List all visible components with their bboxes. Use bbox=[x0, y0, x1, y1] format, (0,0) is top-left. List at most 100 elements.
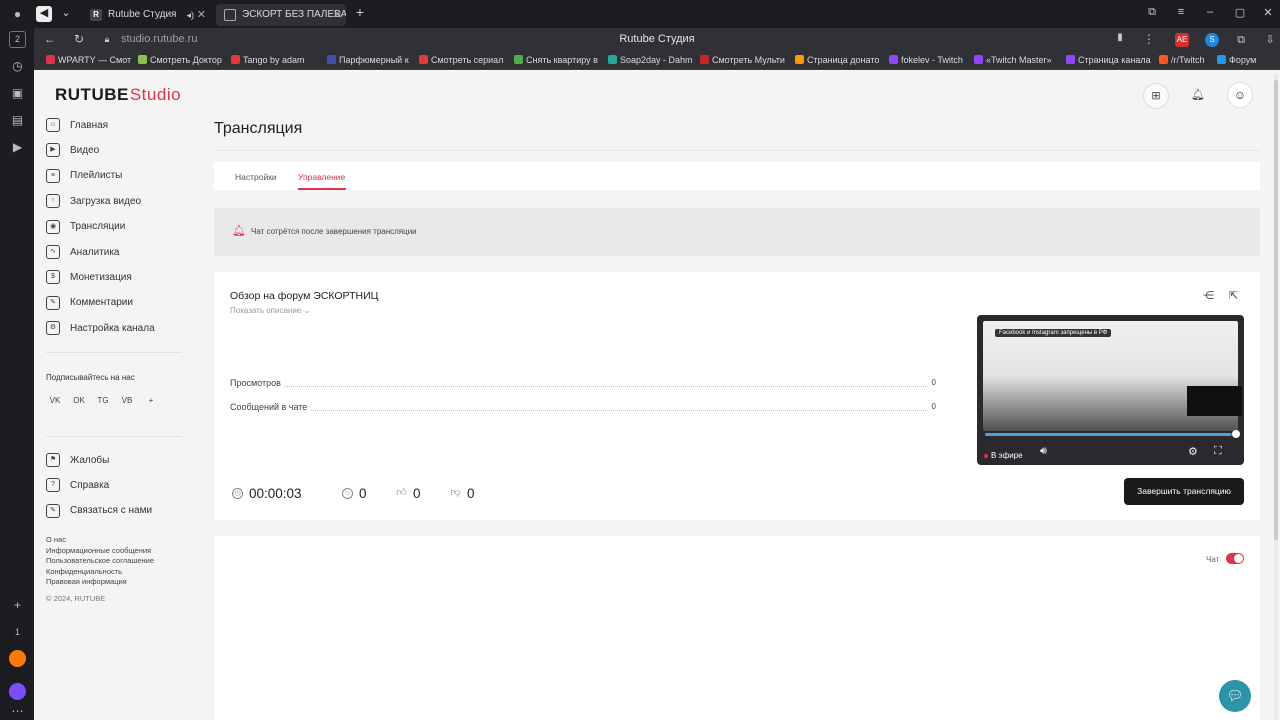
sidebar-item-broadcast[interactable]: ◉ Трансляции bbox=[46, 217, 186, 237]
bookmark-item[interactable]: Смотреть сериал bbox=[419, 55, 505, 65]
sidebar-item-settings[interactable]: ⚙ Настройка канала bbox=[46, 318, 186, 338]
page-scrollbar[interactable] bbox=[1274, 74, 1278, 720]
social-link-icon[interactable]: VB bbox=[120, 396, 134, 405]
tab-management[interactable]: Управление bbox=[298, 172, 345, 182]
help-icon: ? bbox=[46, 478, 60, 493]
downloads-icon[interactable]: ⇩ bbox=[1263, 33, 1277, 47]
end-stream-button[interactable]: Завершить трансляцию bbox=[1124, 478, 1244, 505]
bookmark-icon[interactable]: ▮ bbox=[1112, 32, 1128, 43]
share-icon[interactable]: ⋲ bbox=[1203, 289, 1214, 302]
speaker-tab-icon[interactable]: ◀ bbox=[36, 6, 52, 22]
viewers-counter: ☺ 0 bbox=[342, 486, 367, 501]
speaker-icon[interactable]: ◂) bbox=[186, 4, 194, 26]
fullscreen-icon[interactable]: ⛶ bbox=[1214, 445, 1222, 458]
adblock-extension-icon[interactable]: AE bbox=[1175, 33, 1189, 47]
bookmark-item[interactable]: Страница канала bbox=[1066, 55, 1151, 65]
player-settings-icon[interactable]: ⚙ bbox=[1188, 445, 1198, 458]
workspace-badge-icon[interactable]: 2 bbox=[9, 31, 26, 48]
comment-icon: ✎ bbox=[46, 295, 60, 310]
open-external-icon[interactable]: ⇱ bbox=[1229, 289, 1238, 302]
bookmarks-panel-icon[interactable]: ⧉ bbox=[1144, 6, 1160, 19]
vpn-extension-icon[interactable]: S bbox=[1205, 33, 1219, 47]
thumb-down-icon: 👎︎ bbox=[450, 487, 461, 498]
bookmark-label: fokelev - Twitch bbox=[901, 55, 963, 65]
tab-active-page[interactable]: ЭСКОРТ БЕЗ ПАЛЕВА ✕ bbox=[216, 4, 346, 26]
mail-app-icon[interactable] bbox=[9, 650, 26, 667]
bookmark-item[interactable]: Форум bbox=[1217, 55, 1277, 65]
close-icon[interactable]: ✕ bbox=[333, 4, 342, 26]
add-panel-icon[interactable]: + bbox=[9, 597, 26, 614]
sidebar-item-label: Плейлисты bbox=[70, 170, 123, 182]
bookmark-item[interactable]: WPARTY — Смот bbox=[46, 55, 132, 65]
preview-progress-bar[interactable] bbox=[985, 433, 1236, 436]
bookmark-item[interactable]: fokelev - Twitch bbox=[889, 55, 966, 65]
extensions-icon[interactable]: ⧉ bbox=[1234, 33, 1248, 47]
bookmark-item[interactable]: Смотреть Доктор bbox=[138, 55, 224, 65]
sidebar-item-home[interactable]: ⌂ Главная bbox=[46, 115, 186, 135]
footer-link[interactable]: О нас bbox=[46, 535, 66, 544]
reload-icon[interactable]: ↻ bbox=[71, 32, 87, 46]
bookmark-item[interactable]: Soap2day - Dahm bbox=[608, 55, 692, 65]
collections-icon[interactable]: ▤ bbox=[9, 112, 26, 129]
social-link-icon[interactable]: OK bbox=[72, 396, 86, 405]
chat-toggle[interactable] bbox=[1226, 553, 1244, 564]
more-vertical-icon[interactable]: ⋮ bbox=[1141, 32, 1157, 46]
bookmark-item[interactable]: Смотреть Мульти bbox=[700, 55, 786, 65]
sidebar-item-video[interactable]: ▶ Видео bbox=[46, 140, 186, 160]
social-link-icon[interactable]: VK bbox=[48, 396, 62, 405]
page-title: Трансляция bbox=[214, 120, 303, 137]
tab-rutube-studio[interactable]: R Rutube Студия ◂) ✕ bbox=[82, 4, 210, 26]
bookmark-item[interactable]: Парфюмерный к bbox=[327, 55, 409, 65]
bookmark-label: Парфюмерный к bbox=[339, 55, 409, 65]
footer-link[interactable]: Пользовательское соглашение bbox=[46, 556, 154, 565]
rutube-studio-logo[interactable]: RUTUBEStudio bbox=[55, 85, 181, 105]
tab-settings[interactable]: Настройки bbox=[235, 172, 277, 182]
back-icon[interactable]: ← bbox=[42, 32, 58, 46]
screenshot-icon[interactable]: ▣ bbox=[9, 85, 26, 102]
sidebar-item-label: Главная bbox=[70, 119, 109, 131]
bookmark-favicon-icon bbox=[46, 55, 55, 64]
sidebar-item-help[interactable]: ? Справка bbox=[46, 475, 186, 495]
maximize-icon[interactable]: ▢ bbox=[1232, 6, 1248, 19]
sidebar-item-edit[interactable]: ✎ Связаться с нами bbox=[46, 501, 186, 521]
more-icon[interactable]: ⋯ bbox=[9, 703, 26, 720]
history-icon[interactable]: ◷ bbox=[9, 58, 26, 75]
sidebar-item-comment[interactable]: ✎ Комментарии bbox=[46, 293, 186, 313]
preview-progress-knob[interactable] bbox=[1232, 430, 1240, 438]
url-field[interactable]: studio.rutube.ru bbox=[121, 33, 197, 45]
sidebar-item-analytics[interactable]: ∿ Аналитика bbox=[46, 242, 186, 262]
bookmark-item[interactable]: Страница донато bbox=[795, 55, 881, 65]
create-icon[interactable]: ⊞ bbox=[1143, 83, 1169, 109]
avatar[interactable]: ☺ bbox=[1227, 82, 1253, 108]
social-link-icon[interactable]: TG bbox=[96, 396, 110, 405]
playlist-icon: ≡ bbox=[46, 168, 60, 183]
minimize-icon[interactable]: – bbox=[1202, 6, 1218, 18]
tab-list-chevron-icon[interactable]: ⌄ bbox=[58, 6, 74, 19]
footer-link[interactable]: Конфиденциальность bbox=[46, 567, 122, 576]
notifications-bell-icon[interactable]: 🔔︎ bbox=[1185, 83, 1211, 109]
bookmark-item[interactable]: Tango by adam bbox=[231, 55, 319, 65]
window-close-icon[interactable]: ✕ bbox=[1260, 6, 1276, 19]
close-icon[interactable]: ✕ bbox=[197, 4, 206, 26]
bookmark-item[interactable]: /r/Twitch bbox=[1159, 55, 1209, 65]
volume-icon[interactable]: 🔊︎ bbox=[1040, 445, 1047, 458]
player-icon[interactable]: ▶ bbox=[9, 139, 26, 156]
bookmark-item[interactable]: «Twitch Master» bbox=[974, 55, 1058, 65]
new-tab-icon[interactable]: + bbox=[352, 4, 368, 20]
desktop-badge-icon[interactable]: 1 bbox=[9, 624, 26, 641]
social-link-icon[interactable]: + bbox=[144, 396, 158, 405]
menu-icon[interactable]: ≡ bbox=[1173, 6, 1189, 18]
stream-preview-player[interactable]: Facebook и Instagram запрещены в РФ В эф… bbox=[977, 315, 1244, 465]
sidebar-item-upload[interactable]: ↑ Загрузка видео bbox=[46, 191, 186, 211]
sidebar-item-playlist[interactable]: ≡ Плейлисты bbox=[46, 166, 186, 186]
sidebar-item-money[interactable]: $ Монетизация bbox=[46, 267, 186, 287]
profile-icon[interactable]: ● bbox=[9, 6, 26, 23]
bookmark-label: Смотреть Мульти bbox=[712, 55, 785, 65]
show-description-toggle[interactable]: Показать описание ⌄ bbox=[230, 306, 310, 315]
footer-link[interactable]: Правовая информация bbox=[46, 577, 127, 586]
alice-assistant-icon[interactable] bbox=[9, 683, 26, 700]
bookmark-item[interactable]: Снять квартиру в bbox=[514, 55, 600, 65]
support-chat-icon[interactable]: 💬︎ bbox=[1219, 680, 1251, 712]
sidebar-item-flag[interactable]: ⚑ Жалобы bbox=[46, 450, 186, 470]
footer-link[interactable]: Информационные сообщения bbox=[46, 546, 151, 555]
